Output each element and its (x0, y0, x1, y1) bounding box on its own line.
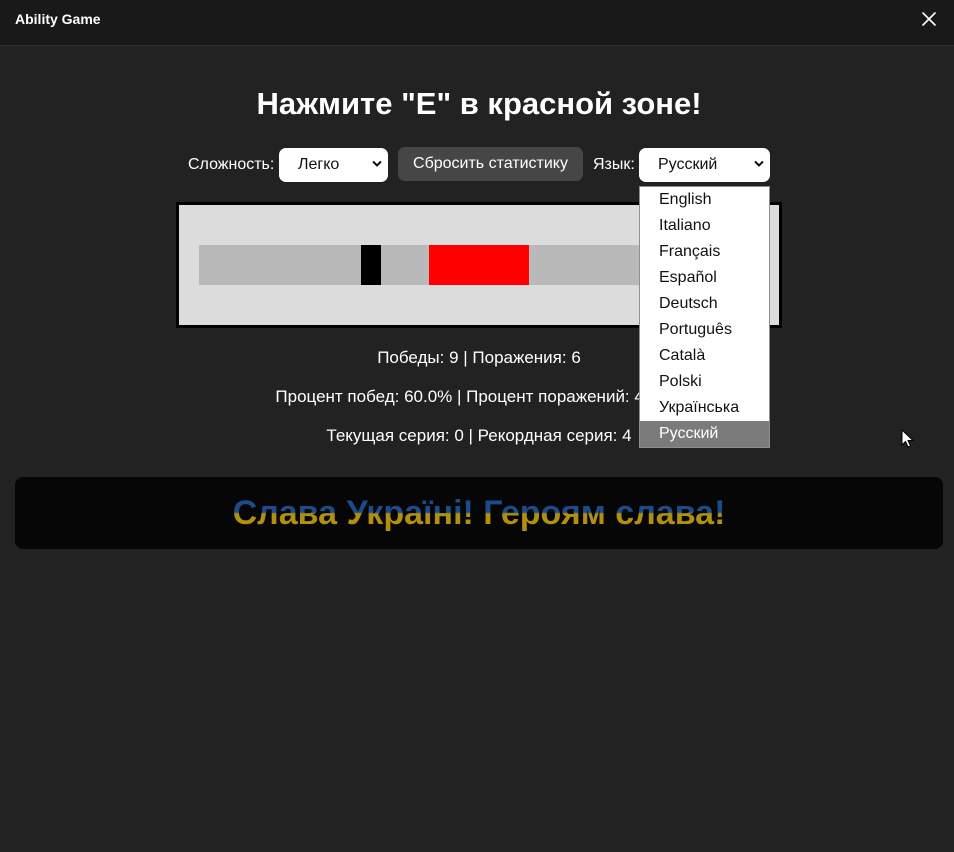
language-dropdown-list: English Italiano Français Español Deutsc… (639, 186, 770, 448)
slogan-text: Слава Україні! Героям слава! (15, 493, 943, 533)
language-label: Язык: (593, 156, 635, 173)
win-loss-percent-text: Процент побед: 60.0% | Процент поражений… (275, 387, 683, 406)
streak-text: Текущая серия: 0 | Рекордная серия: 4 (326, 426, 632, 445)
language-select[interactable]: Русский (639, 148, 770, 182)
language-option-portugues[interactable]: Português (640, 317, 769, 343)
language-option-francais[interactable]: Français (640, 239, 769, 265)
red-target-zone (429, 245, 529, 285)
difficulty-label: Сложность: (188, 156, 275, 173)
wins-losses-text: Победы: 9 | Поражения: 6 (377, 348, 581, 367)
language-option-espanol[interactable]: Español (640, 265, 769, 291)
reset-stats-button[interactable]: Сбросить статистику (398, 147, 583, 181)
language-option-deutsch[interactable]: Deutsch (640, 291, 769, 317)
language-select-value: Русский (658, 156, 718, 173)
chevron-down-icon (372, 160, 382, 167)
language-option-italiano[interactable]: Italiano (640, 213, 769, 239)
moving-indicator (361, 245, 381, 285)
language-option-russian[interactable]: Русский (640, 421, 769, 447)
language-option-catala[interactable]: Català (640, 343, 769, 369)
difficulty-select[interactable]: Легко (279, 148, 388, 182)
language-option-english[interactable]: English (640, 187, 769, 213)
close-button[interactable] (914, 6, 944, 32)
controls-bar: Сложность: Легко Сбросить статистику Язы… (0, 147, 954, 183)
mouse-cursor-icon (901, 429, 915, 448)
language-option-ukrainian[interactable]: Українська (640, 395, 769, 421)
close-icon (922, 12, 936, 26)
app-title: Ability Game (15, 11, 101, 27)
slogan-banner: Слава Україні! Героям слава! (15, 477, 943, 549)
language-option-polski[interactable]: Polski (640, 369, 769, 395)
title-bar: Ability Game (0, 0, 954, 46)
difficulty-select-value: Легко (298, 156, 340, 173)
page-title: Нажмите "E" в красной зоне! (256, 86, 702, 121)
chevron-down-icon (754, 160, 764, 167)
